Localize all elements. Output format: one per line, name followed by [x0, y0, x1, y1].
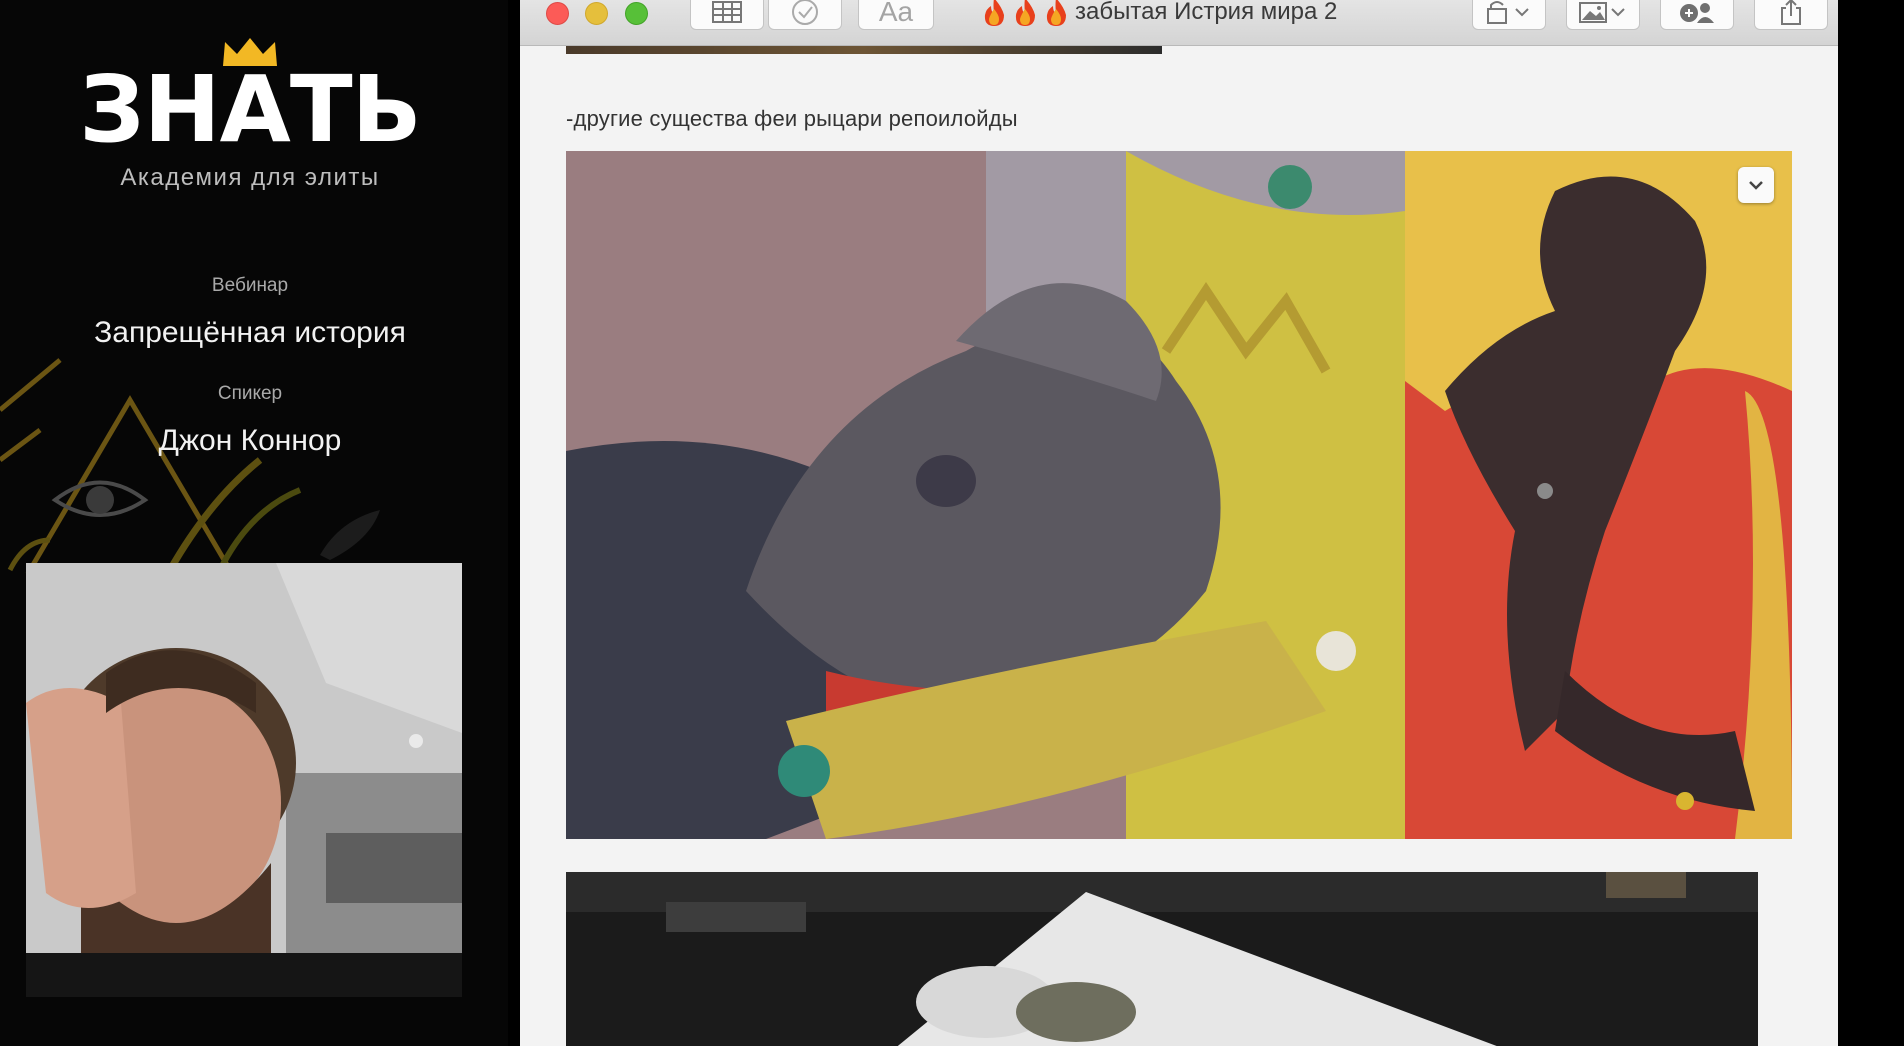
lock-icon: [1487, 1, 1529, 24]
screen: ЗНАТЬ Академия для элиты Вебинар Запрещё…: [0, 0, 1904, 1046]
photo-content: [566, 151, 1405, 839]
chevron-down-icon: [1749, 181, 1763, 190]
insert-table-button[interactable]: [690, 0, 764, 30]
webinar-sidebar: ЗНАТЬ Академия для элиты Вебинар Запрещё…: [0, 0, 508, 1046]
close-window-button[interactable]: [546, 2, 569, 25]
photo-content: [566, 872, 1758, 1046]
note-title: забытая Истрия мира 2: [982, 0, 1337, 30]
notes-app-window: Aa забытая Истрия мира 2 -другие существ…: [520, 0, 1838, 1046]
webinar-title: Запрещённая история: [94, 316, 406, 349]
photo-icon: [1579, 2, 1625, 23]
table-icon: [712, 1, 742, 23]
decorative-eye-triangle-art: [0, 358, 380, 573]
attached-photo-dried-creature[interactable]: [1405, 151, 1792, 839]
share-button[interactable]: [1754, 0, 1828, 30]
webinar-label: Вебинар: [211, 275, 289, 296]
attached-photo-specimen[interactable]: [566, 872, 1758, 1046]
minimize-window-button[interactable]: [585, 2, 608, 25]
note-body[interactable]: -другие существа феи рыцари репоилойды: [520, 46, 1838, 1046]
add-people-icon: [1680, 3, 1714, 23]
format-button[interactable]: Aa: [858, 0, 934, 30]
speaker-name: Джон Коннор: [158, 424, 342, 457]
speaker-webcam-feed: [26, 563, 462, 997]
previous-image-edge: [566, 46, 1162, 54]
lock-note-button[interactable]: [1472, 0, 1546, 30]
speaker-label: Спикер: [217, 383, 283, 404]
fire-emoji-icon: [984, 0, 1004, 26]
insert-media-button[interactable]: [1566, 0, 1640, 30]
image-options-dropdown[interactable]: [1738, 167, 1774, 203]
checklist-icon: [792, 0, 818, 25]
logo-tagline: Академия для элиты: [120, 164, 380, 191]
photo-content: [1405, 151, 1792, 839]
fire-emoji-icon: [1015, 0, 1035, 26]
checklist-button[interactable]: [768, 0, 842, 30]
share-icon: [1781, 0, 1801, 25]
maximize-window-button[interactable]: [625, 2, 648, 25]
note-title-text: забытая Истрия мира 2: [1075, 0, 1338, 25]
window-titlebar: Aa забытая Истрия мира 2: [520, 0, 1838, 46]
attached-photo-mummified-head[interactable]: [566, 151, 1405, 839]
note-paragraph[interactable]: -другие существа феи рыцари репоилойды: [566, 106, 1018, 132]
webcam-scene: [26, 563, 462, 997]
fire-emoji-icon: [1046, 0, 1066, 26]
academy-logo: ЗНАТЬ Академия для элиты: [0, 36, 500, 192]
logo-wordmark: ЗНАТЬ: [79, 56, 421, 163]
add-people-button[interactable]: [1660, 0, 1734, 30]
right-letterbox: [1838, 0, 1904, 1046]
